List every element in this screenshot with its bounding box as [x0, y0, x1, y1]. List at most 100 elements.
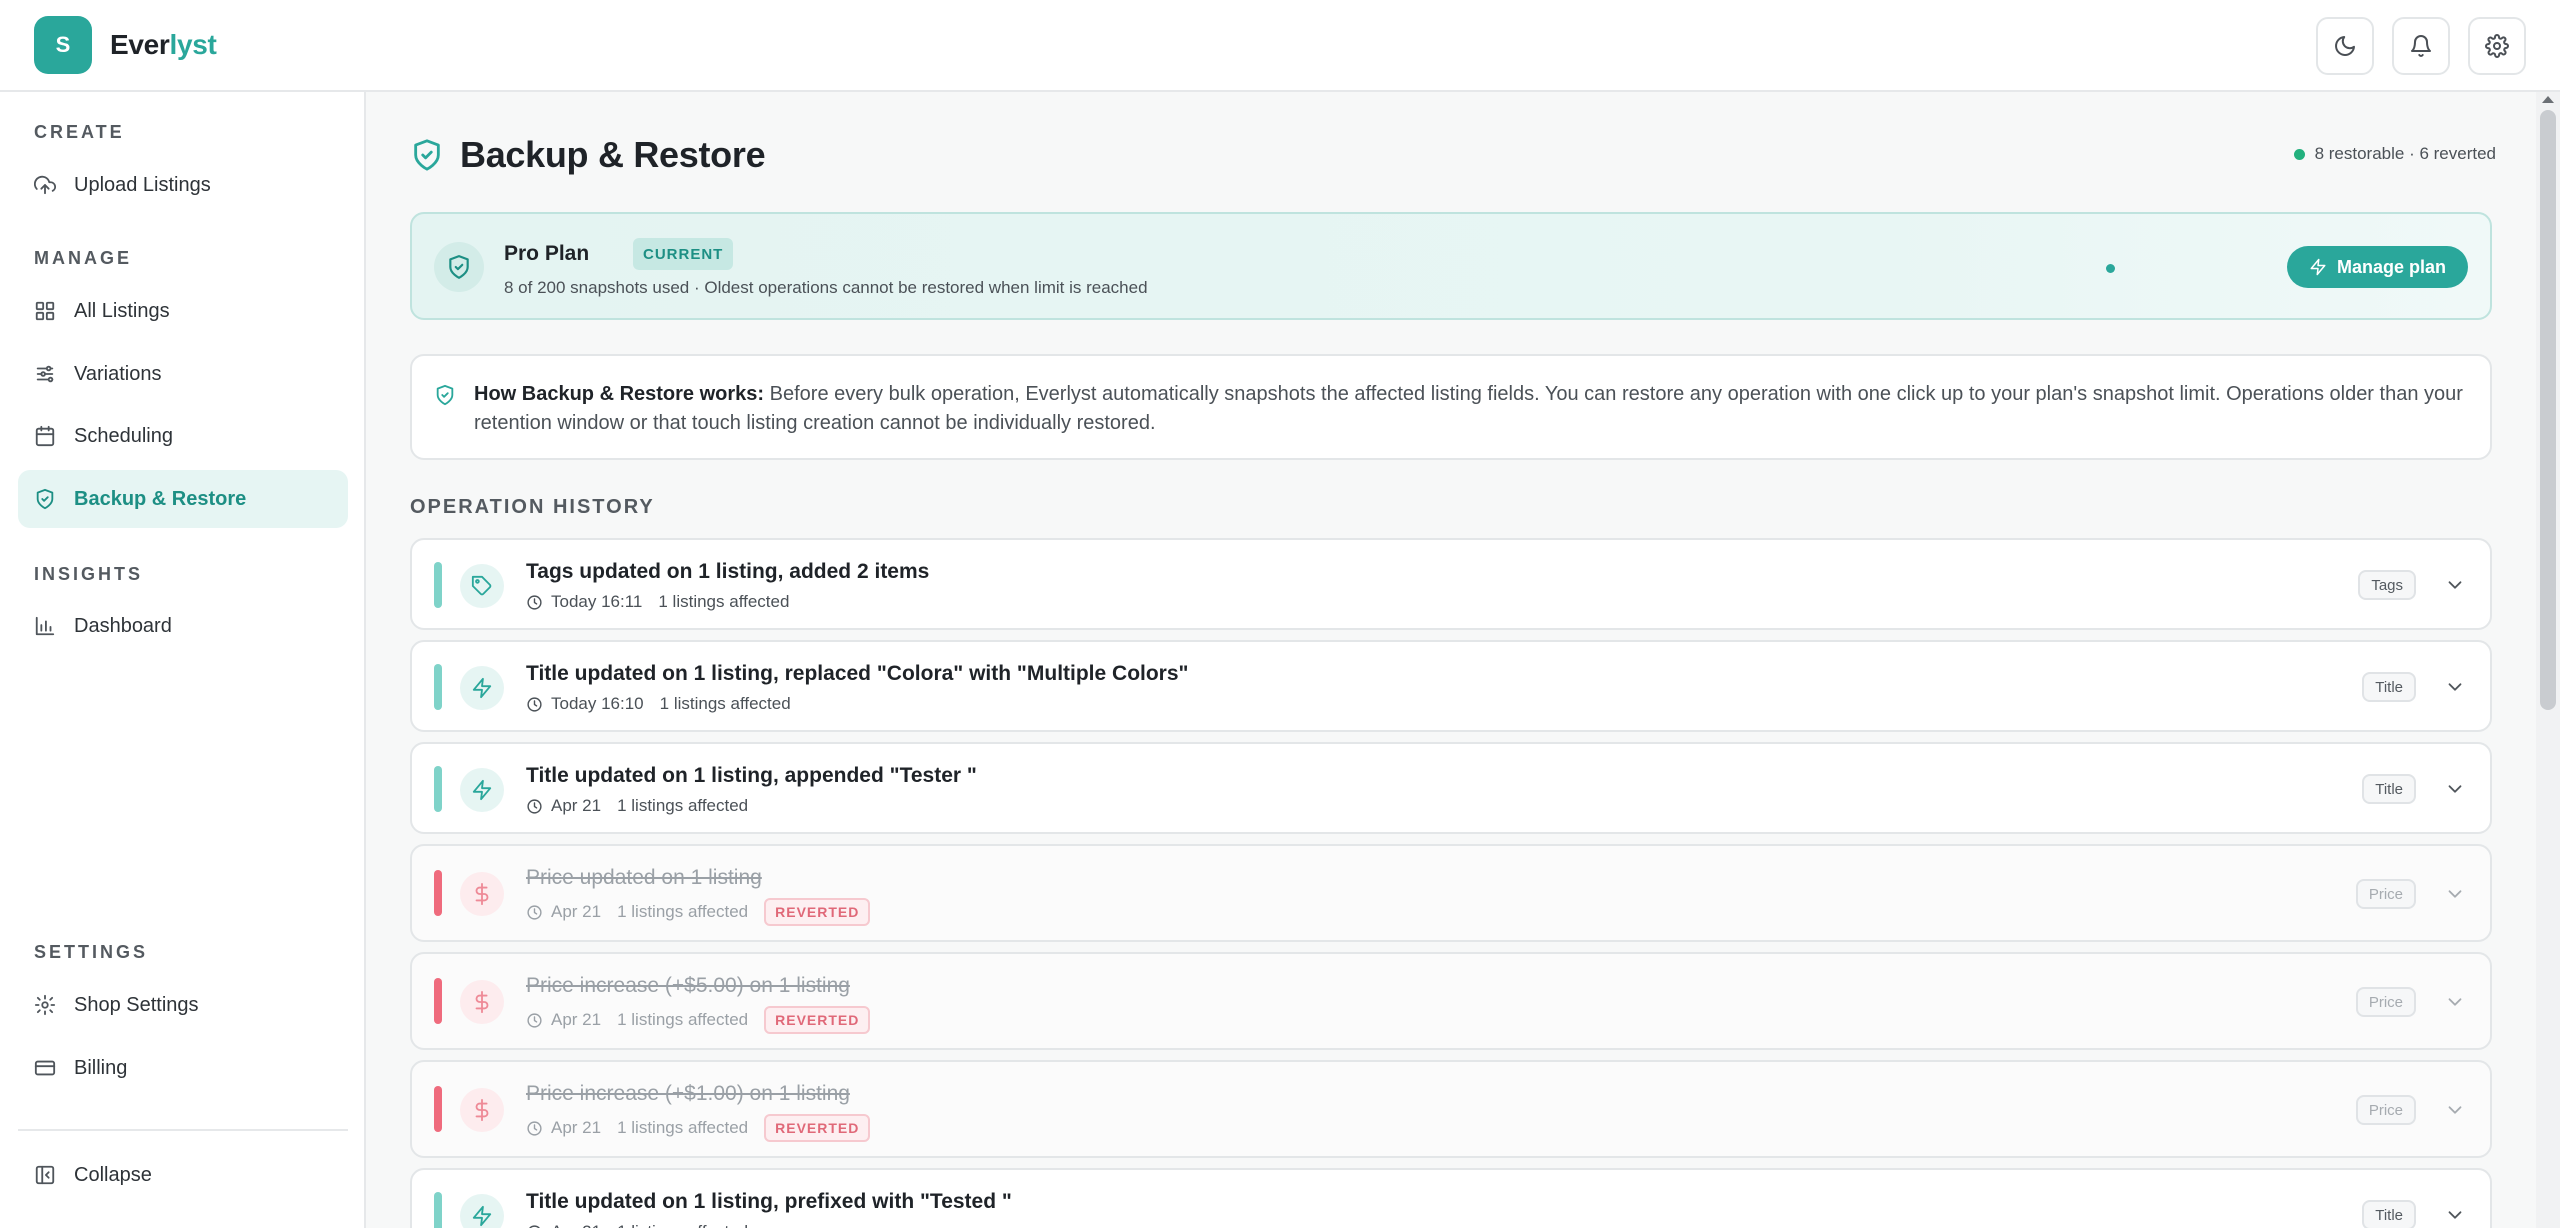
operation-meta: Apr 21 1 listings affected REVERTED [526, 898, 871, 926]
operation-affected: 1 listings affected [617, 1010, 749, 1029]
manage-plan-button[interactable]: Manage plan [2286, 246, 2468, 288]
operation-row[interactable]: Price updated on 1 listing Apr 21 1 listin… [410, 844, 2492, 942]
notifications-button[interactable] [2392, 17, 2450, 75]
clock-icon [527, 904, 542, 920]
operation-meta: Today 16:10 1 listings affected [526, 694, 791, 714]
chevron-down-icon[interactable] [2444, 883, 2466, 905]
plan-usage-text: 8 of 200 snapshots used · Oldest operati… [504, 278, 1148, 297]
operation-title: Tags updated on 1 listing, added 2 items [526, 560, 930, 583]
info-text: How Backup & Restore works: Before every… [474, 380, 2464, 438]
sidebar-item-billing[interactable]: Billing [18, 1039, 348, 1097]
sidebar-item-scheduling[interactable]: Scheduling [18, 407, 348, 465]
chevron-down-icon[interactable] [2444, 778, 2466, 800]
operation-meta: Today 16:11 1 listings affected [526, 592, 789, 612]
brand-name-part2: lyst [169, 29, 217, 60]
calendar-icon [35, 425, 55, 447]
settings-button[interactable] [2468, 17, 2526, 75]
tag-icon [471, 575, 492, 596]
operation-affected: 1 listings affected [617, 902, 749, 921]
operation-title: Title updated on 1 listing, replaced "Co… [526, 662, 1189, 685]
operation-type-tag: Title [2362, 1200, 2416, 1228]
operation-type-tag: Title [2362, 774, 2416, 804]
operation-affected: 1 listings affected [617, 1118, 749, 1137]
dollar-icon [475, 883, 489, 905]
operation-status-bar [434, 562, 442, 608]
sidebar-item-all-listings[interactable]: All Listings [18, 282, 348, 340]
operation-row[interactable]: Title updated on 1 listing, replaced "Co… [410, 640, 2492, 732]
bar-chart-icon [35, 616, 55, 636]
restore-summary-text: 8 restorable · 6 reverted [2314, 144, 2496, 163]
plan-usage-indicator [2106, 264, 2115, 273]
sidebar-item-label: Variations [74, 362, 162, 385]
manage-plan-label: Manage plan [2336, 256, 2446, 277]
clock-icon [527, 594, 542, 610]
bolt-icon [472, 677, 492, 699]
sidebar: CREATE Upload Listings MANAGE All Listin… [0, 92, 366, 1228]
sidebar-item-label: Collapse [74, 1163, 152, 1186]
clock-icon [527, 696, 542, 712]
sidebar-item-label: Billing [74, 1056, 128, 1079]
operation-title: Price updated on 1 listing [526, 866, 762, 889]
page-header: Backup & Restore [410, 134, 766, 176]
reverted-badge: REVERTED [764, 1114, 871, 1142]
operation-type-tag: Title [2362, 672, 2416, 702]
page-scrollbar[interactable] [2536, 92, 2560, 1228]
clock-icon [527, 798, 542, 814]
sidebar-divider [18, 1129, 348, 1131]
operation-meta: Apr 21 1 listings affected [526, 1222, 748, 1228]
scrollbar-thumb[interactable] [2540, 110, 2556, 710]
sidebar-item-label: Scheduling [74, 424, 173, 447]
operation-row[interactable]: Title updated on 1 listing, appended "Te… [410, 742, 2492, 834]
operation-time: Today 16:11 [551, 592, 643, 611]
operation-status-bar [434, 766, 442, 812]
chevron-down-icon[interactable] [2444, 991, 2466, 1013]
sidebar-item-label: Shop Settings [74, 993, 199, 1016]
sidebar-item-label: Dashboard [74, 614, 172, 637]
dollar-icon [475, 1099, 489, 1121]
plan-card: Pro Plan CURRENT 8 of 200 snapshots used… [410, 212, 2492, 320]
operation-status-bar [434, 1192, 442, 1228]
sidebar-item-label: Backup & Restore [74, 487, 247, 510]
operation-affected: 1 listings affected [617, 1222, 748, 1228]
reverted-badge: REVERTED [764, 1006, 871, 1034]
plan-shield-icon [434, 242, 484, 292]
operation-time: Apr 21 [551, 1118, 602, 1137]
operation-history-heading: OPERATION HISTORY [410, 496, 655, 518]
operation-row[interactable]: Title updated on 1 listing, prefixed wit… [410, 1168, 2492, 1228]
chevron-down-icon[interactable] [2444, 1204, 2466, 1226]
operation-title: Price increase (+$5.00) on 1 listing [526, 974, 850, 997]
bell-icon [2411, 35, 2431, 57]
info-heading: How Backup & Restore works: [474, 383, 765, 405]
chevron-down-icon[interactable] [2444, 574, 2466, 596]
sidebar-item-dashboard[interactable]: Dashboard [18, 597, 348, 655]
theme-toggle-button[interactable] [2316, 17, 2374, 75]
operation-row[interactable]: Tags updated on 1 listing, added 2 items… [410, 538, 2492, 630]
operation-type-tag: Tags [2358, 570, 2416, 600]
chevron-down-icon[interactable] [2444, 1099, 2466, 1121]
operation-row[interactable]: Price increase (+$1.00) on 1 listing Apr … [410, 1060, 2492, 1158]
sidebar-item-upload-listings[interactable]: Upload Listings [18, 156, 348, 214]
logo-badge[interactable]: S [34, 16, 92, 74]
sidebar-collapse-button[interactable]: Collapse [18, 1146, 348, 1204]
sidebar-item-backup-restore[interactable]: Backup & Restore [18, 470, 348, 528]
operation-row[interactable]: Price increase (+$5.00) on 1 listing Apr … [410, 952, 2492, 1050]
operation-affected: 1 listings affected [659, 694, 791, 713]
operation-type-tag: Price [2355, 987, 2416, 1017]
sidebar-section-manage: MANAGE [34, 248, 132, 268]
chevron-down-icon[interactable] [2444, 676, 2466, 698]
sidebar-item-shop-settings[interactable]: Shop Settings [18, 976, 348, 1034]
sidebar-section-settings: SETTINGS [34, 942, 149, 962]
clock-icon [527, 1120, 542, 1136]
brand-name-part1: Ever [110, 29, 170, 60]
operation-time: Apr 21 [551, 902, 602, 921]
sidebar-section-insights: INSIGHTS [34, 564, 144, 584]
scroll-up-arrow-icon[interactable] [2542, 96, 2554, 103]
operation-affected: 1 listings affected [617, 796, 749, 815]
operation-list: Tags updated on 1 listing, added 2 items… [410, 538, 2492, 1228]
moon-icon [2335, 36, 2355, 56]
operation-type-tag: Price [2355, 1095, 2416, 1125]
sidebar-item-variations[interactable]: Variations [18, 345, 348, 403]
bolt-icon [472, 779, 492, 801]
sidebar-section-create: CREATE [34, 122, 125, 142]
brand-name[interactable]: Everlyst [110, 29, 217, 61]
